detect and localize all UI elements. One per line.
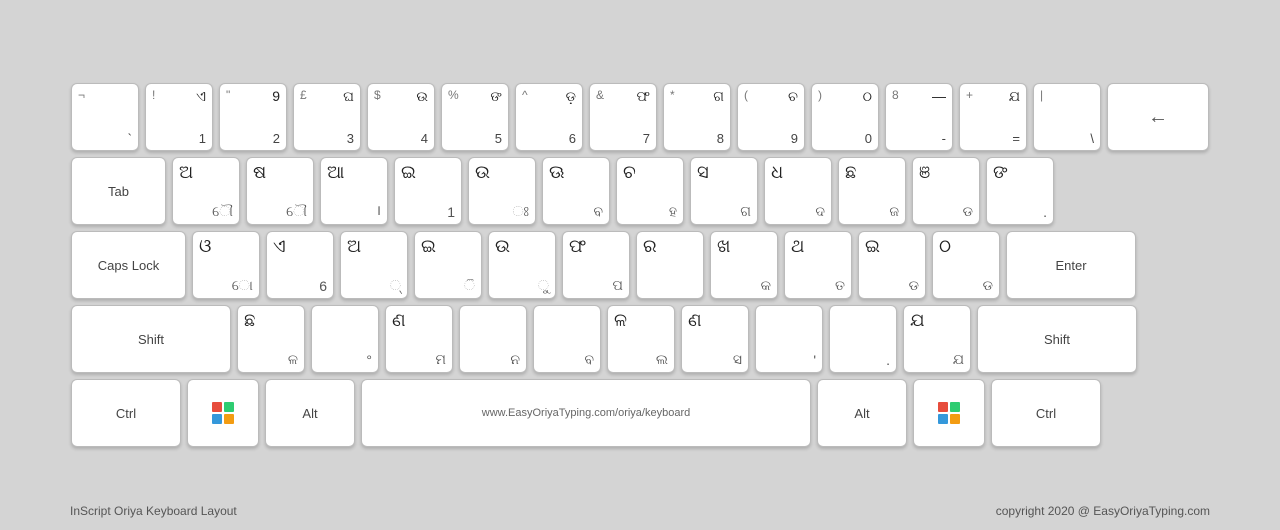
key-c[interactable]: ଣ ମ <box>385 305 453 373</box>
key-ctrl-left[interactable]: Ctrl <box>71 379 181 447</box>
key-6[interactable]: ^ଡ଼ 6 <box>515 83 583 151</box>
key-4[interactable]: $ଉ 4 <box>367 83 435 151</box>
key-comma[interactable]: ' <box>755 305 823 373</box>
alt-right-label: Alt <box>854 406 869 421</box>
key-w[interactable]: ଷ ୌ <box>246 157 314 225</box>
key-y[interactable]: ଊ ବ <box>542 157 610 225</box>
key-o[interactable]: ଧ ଦ <box>764 157 832 225</box>
key-shift-left[interactable]: Shift <box>71 305 231 373</box>
key-f[interactable]: ଇ ି <box>414 231 482 299</box>
key-v[interactable]: ନ <box>459 305 527 373</box>
key-ctrl-right[interactable]: Ctrl <box>991 379 1101 447</box>
backspace-icon: ← <box>1148 106 1168 129</box>
key-backtick[interactable]: ¬ ` <box>71 83 139 151</box>
key-5[interactable]: %ଙ 5 <box>441 83 509 151</box>
windows-logo-right <box>938 402 960 424</box>
key-bracket-right[interactable]: ଙ . <box>986 157 1054 225</box>
key-t[interactable]: ଉ ଃ <box>468 157 536 225</box>
keyboard-title: InScript Oriya Keyboard Layout <box>70 504 237 518</box>
key-9[interactable]: (ଚ 9 <box>737 83 805 151</box>
key-8[interactable]: *ଗ 8 <box>663 83 731 151</box>
key-tab[interactable]: Tab <box>71 157 166 225</box>
tab-label: Tab <box>108 184 129 199</box>
key-r[interactable]: ଇ 1 <box>394 157 462 225</box>
ctrl-right-label: Ctrl <box>1036 406 1056 421</box>
key-1[interactable]: !ଏ 1 <box>145 83 213 151</box>
row-qwerty: Tab ଅ ୌ ଷ ୌ ଆ । ଇ 1 <box>71 157 1209 225</box>
row-numbers: ¬ ` !ଏ 1 "9 2 £ଘ 3 $ <box>71 83 1209 151</box>
copyright-text: copyright 2020 @ EasyOriyaTyping.com <box>996 504 1210 518</box>
key-7[interactable]: &ଫ 7 <box>589 83 657 151</box>
windows-logo-left <box>212 402 234 424</box>
key-3[interactable]: £ଘ 3 <box>293 83 361 151</box>
key-h[interactable]: ଫ ପ <box>562 231 630 299</box>
key-m[interactable]: ଣ ସ <box>681 305 749 373</box>
keyboard-container: ¬ ` !ଏ 1 "9 2 £ଘ 3 $ <box>51 63 1229 467</box>
key-enter[interactable]: Enter <box>1006 231 1136 299</box>
ctrl-left-label: Ctrl <box>116 406 136 421</box>
key-j[interactable]: ର <box>636 231 704 299</box>
key-x[interactable]: ° <box>311 305 379 373</box>
key-k[interactable]: ଖ କ <box>710 231 778 299</box>
key-semicolon[interactable]: ଇ ଡ <box>858 231 926 299</box>
key-a[interactable]: ଓ ୋ <box>192 231 260 299</box>
row-asdf: Caps Lock ଓ ୋ ଏ 6 ଅ ୍ ଇ ି <box>71 231 1209 299</box>
key-equals[interactable]: +ଯ = <box>959 83 1027 151</box>
space-bar-label: www.EasyOriyaTyping.com/oriya/keyboard <box>482 407 690 419</box>
key-win-right[interactable] <box>913 379 985 447</box>
key-slash[interactable]: ଯ ଯ <box>903 305 971 373</box>
key-p[interactable]: ଛ ଜ <box>838 157 906 225</box>
alt-left-label: Alt <box>302 406 317 421</box>
caps-lock-label: Caps Lock <box>98 258 159 273</box>
row-bottom: Ctrl Alt www.EasyOriyaTyping.com/oriya/k… <box>71 379 1209 447</box>
key-n[interactable]: ଳ ଲ <box>607 305 675 373</box>
key-minus[interactable]: 8— - <box>885 83 953 151</box>
enter-label: Enter <box>1055 258 1086 273</box>
key-bracket-left[interactable]: ଞ ଡ <box>912 157 980 225</box>
key-e[interactable]: ଆ । <box>320 157 388 225</box>
key-0[interactable]: )ଠ 0 <box>811 83 879 151</box>
key-shift-right[interactable]: Shift <box>977 305 1137 373</box>
key-period[interactable]: . <box>829 305 897 373</box>
key-backslash[interactable]: | \ <box>1033 83 1101 151</box>
key-quote[interactable]: ଠ ଡ <box>932 231 1000 299</box>
key-u[interactable]: ଚ ହ <box>616 157 684 225</box>
shift-right-label: Shift <box>1044 332 1070 347</box>
key-b[interactable]: ବ <box>533 305 601 373</box>
key-d[interactable]: ଅ ୍ <box>340 231 408 299</box>
key-backspace[interactable]: ← <box>1107 83 1209 151</box>
key-caps-lock[interactable]: Caps Lock <box>71 231 186 299</box>
key-2[interactable]: "9 2 <box>219 83 287 151</box>
key-g[interactable]: ଉ ୁ <box>488 231 556 299</box>
key-win-left[interactable] <box>187 379 259 447</box>
key-space[interactable]: www.EasyOriyaTyping.com/oriya/keyboard <box>361 379 811 447</box>
row-shift: Shift ଛ ଳ ° ଣ ମ ନ <box>71 305 1209 373</box>
key-i[interactable]: ସ ଗ <box>690 157 758 225</box>
key-s[interactable]: ଏ 6 <box>266 231 334 299</box>
key-alt-left[interactable]: Alt <box>265 379 355 447</box>
key-l[interactable]: ଥ ତ <box>784 231 852 299</box>
key-alt-right[interactable]: Alt <box>817 379 907 447</box>
key-z[interactable]: ଛ ଳ <box>237 305 305 373</box>
shift-left-label: Shift <box>138 332 164 347</box>
key-q[interactable]: ଅ ୌ <box>172 157 240 225</box>
